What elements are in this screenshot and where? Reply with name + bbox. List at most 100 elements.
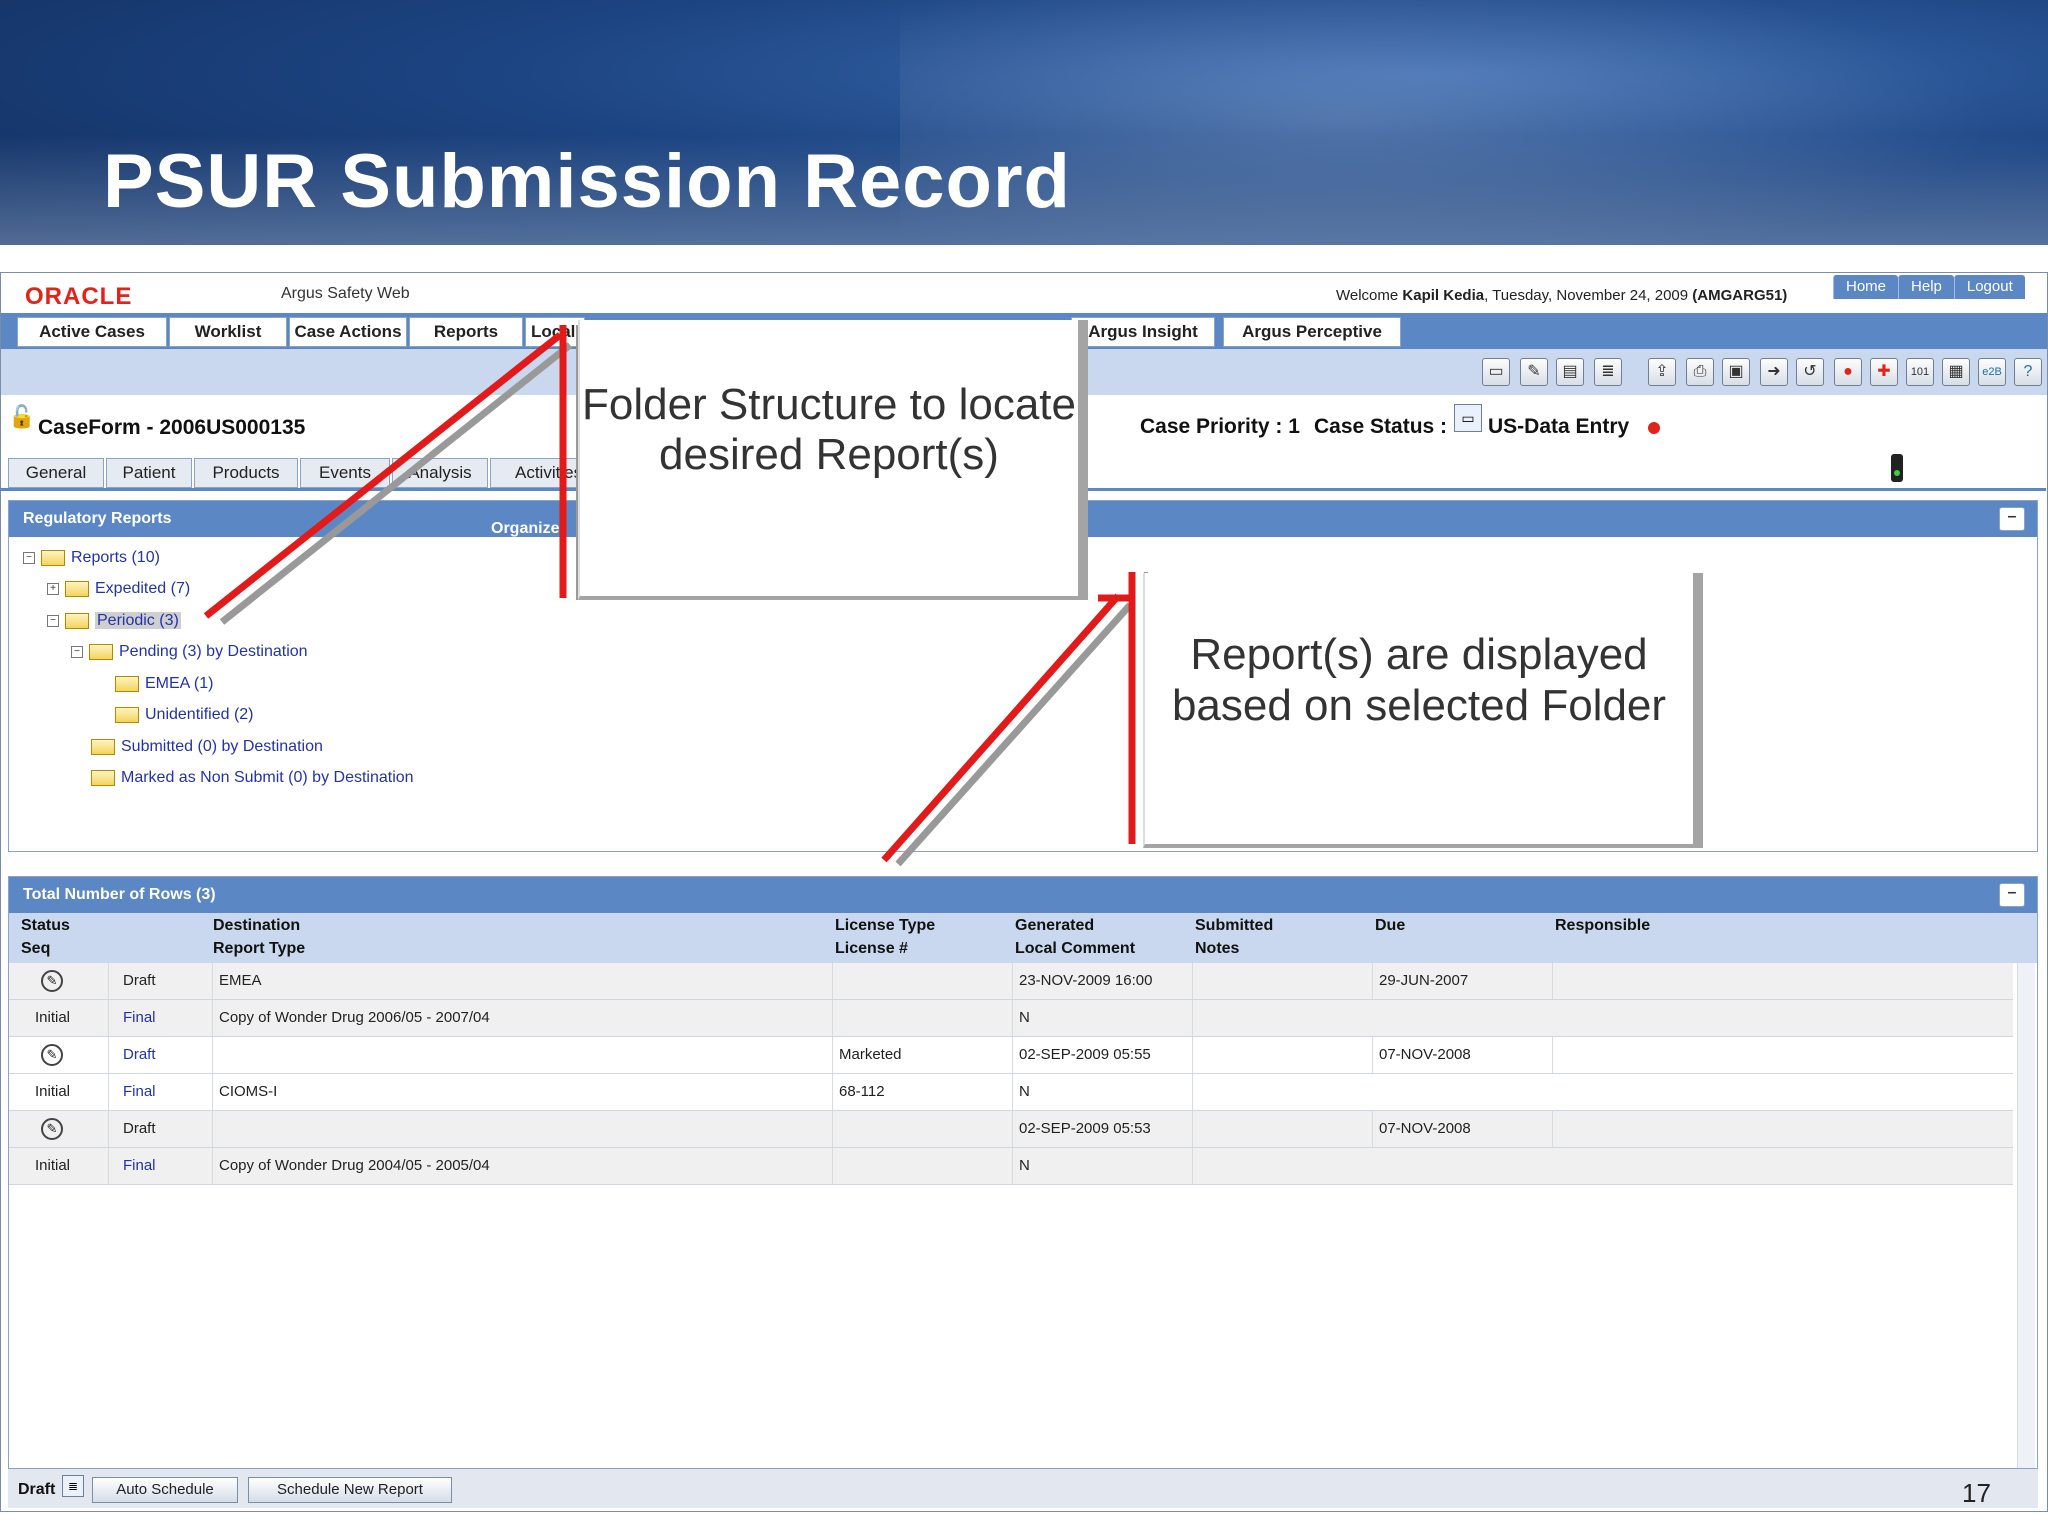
route-icon[interactable]: ↺ (1796, 358, 1824, 386)
subtab-activities[interactable]: Activities (490, 458, 580, 488)
report-type-value: CIOMS-I (213, 1074, 833, 1110)
list-icon[interactable]: ≣ (1594, 358, 1622, 386)
local-comment-value: N (1013, 1148, 1193, 1184)
cioms-icon[interactable]: 101 (1906, 358, 1934, 386)
col-notes[interactable]: Notes (1195, 940, 1239, 958)
table-row[interactable]: Initial Final Copy of Wonder Drug 2006/0… (9, 1000, 2013, 1037)
col-destination[interactable]: Destination (213, 917, 300, 935)
print-preview-icon[interactable]: ▭ (1482, 358, 1510, 386)
nav-tab-reports[interactable]: Reports (409, 317, 523, 347)
col-seq[interactable]: Seq (21, 940, 50, 958)
nav-tab-local[interactable]: Local (525, 317, 585, 347)
col-responsible[interactable]: Responsible (1555, 917, 1650, 935)
grid-column-headers: Status Seq Destination Report Type Licen… (9, 913, 2037, 963)
help-icon[interactable]: ? (2014, 358, 2042, 386)
table-row[interactable]: ✎ Draft Marketed 02-SEP-2009 05:55 07-NO… (9, 1037, 2013, 1074)
forward-icon[interactable]: ➜ (1760, 358, 1788, 386)
folder-icon (91, 738, 115, 755)
nav-tab-active-cases[interactable]: Active Cases (17, 317, 167, 347)
close-icon[interactable]: ● (1834, 358, 1862, 386)
edit-report-icon[interactable]: ✎ (41, 970, 63, 993)
report-display-callout-text: Report(s) are displayed based on selecte… (1171, 630, 1667, 730)
collapse-icon[interactable]: − (47, 614, 59, 627)
help-link[interactable]: Help (1898, 275, 1954, 299)
new-case-icon[interactable]: ✎ (1520, 358, 1548, 386)
due-value: 07-NOV-2008 (1373, 1037, 1553, 1073)
grid-scrollbar-track[interactable] (2017, 1198, 2035, 1468)
tree-node-expedited[interactable]: + Expedited (7) (47, 578, 190, 600)
subtab-products[interactable]: Products (194, 458, 298, 488)
grid-header: Total Number of Rows (3) – (9, 877, 2037, 913)
folder-structure-callout: Folder Structure to locate desired Repor… (578, 320, 1088, 600)
grid-scrollbar[interactable] (2017, 963, 2035, 1199)
print-icon[interactable]: ⎙ (1686, 358, 1714, 386)
schedule-new-report-button[interactable]: Schedule New Report (248, 1477, 452, 1503)
final-link[interactable]: Final (109, 1148, 213, 1184)
folder-structure-callout-text: Folder Structure to locate desired Repor… (581, 380, 1076, 479)
open-folder-icon[interactable]: ▤ (1556, 358, 1584, 386)
medwatch-icon[interactable]: ✚ (1870, 358, 1898, 386)
tree-node-unidentified[interactable]: Unidentified (2) (115, 704, 254, 726)
status-cell: ✎ (9, 1037, 109, 1073)
subtab-events[interactable]: Events (300, 458, 390, 488)
col-submitted[interactable]: Submitted (1195, 917, 1273, 935)
col-status[interactable]: Status (21, 917, 70, 935)
status-value: Draft (109, 963, 213, 999)
table-row[interactable]: ✎ Draft EMEA 23-NOV-2009 16:00 29-JUN-20… (9, 963, 2013, 1000)
grid-empty-area (8, 1198, 2038, 1468)
e2b-icon[interactable]: e2B (1978, 358, 2006, 386)
save-icon[interactable]: ▣ (1722, 358, 1750, 386)
nav-tab-worklist[interactable]: Worklist (169, 317, 287, 347)
export-icon[interactable]: ⇪ (1648, 358, 1676, 386)
final-link[interactable]: Final (109, 1074, 213, 1110)
draft-list-icon[interactable]: ≣ (62, 1475, 84, 1497)
subtab-general[interactable]: General (8, 458, 104, 488)
tree-node-label: Expedited (7) (95, 580, 191, 597)
folder-icon (115, 675, 139, 692)
tree-node-reports[interactable]: − Reports (10) (23, 547, 160, 569)
collapse-icon[interactable]: − (71, 645, 83, 658)
slide-header: PSUR Submission Record (0, 0, 2048, 245)
tree-node-submitted[interactable]: Submitted (0) by Destination (91, 736, 323, 758)
edit-report-icon[interactable]: ✎ (41, 1044, 63, 1067)
license-type-value (833, 963, 1013, 999)
tree-node-pending[interactable]: − Pending (3) by Destination (71, 641, 308, 663)
nav-tab-case-actions[interactable]: Case Actions (289, 317, 407, 347)
expand-icon[interactable]: + (47, 582, 59, 595)
nav-tab-argus-perceptive[interactable]: Argus Perceptive (1223, 317, 1401, 347)
license-type-value: Marketed (833, 1037, 1013, 1073)
table-row[interactable]: Initial Final CIOMS-I 68-112 N (9, 1074, 2013, 1111)
organize-label: Organize (491, 520, 560, 537)
welcome-text: Welcome Kapil Kedia, Tuesday, November 2… (1336, 287, 1787, 304)
subtab-patient[interactable]: Patient (106, 458, 192, 488)
user-name: Kapil Kedia (1402, 287, 1485, 304)
col-local-comment[interactable]: Local Comment (1015, 940, 1135, 958)
col-license-no[interactable]: License # (835, 940, 908, 958)
tree-node-non-submit[interactable]: Marked as Non Submit (0) by Destination (91, 767, 414, 789)
tree-node-periodic[interactable]: − Periodic (3) (47, 610, 181, 632)
status-value[interactable]: Draft (109, 1037, 213, 1073)
generated-value: 02-SEP-2009 05:53 (1013, 1111, 1193, 1147)
submitted-value (1193, 963, 1373, 999)
edit-report-icon[interactable]: ✎ (41, 1118, 63, 1141)
col-generated[interactable]: Generated (1015, 917, 1094, 935)
minimize-button[interactable]: – (1999, 507, 2025, 531)
home-link[interactable]: Home (1833, 275, 1899, 299)
tree-node-emea[interactable]: EMEA (1) (115, 673, 213, 695)
due-value: 07-NOV-2008 (1373, 1111, 1553, 1147)
final-link[interactable]: Final (109, 1000, 213, 1036)
collapse-icon[interactable]: − (23, 551, 35, 564)
table-row[interactable]: ✎ Draft 02-SEP-2009 05:53 07-NOV-2008 (9, 1111, 2013, 1148)
nav-tab-argus-insight[interactable]: Argus Insight (1071, 317, 1215, 347)
logout-link[interactable]: Logout (1953, 275, 2025, 299)
subtab-analysis[interactable]: Analysis (392, 458, 488, 488)
regulatory-reports-title: Regulatory Reports (23, 510, 172, 527)
status-red-dot (1648, 422, 1660, 434)
draft-icon[interactable]: ▦ (1942, 358, 1970, 386)
col-due[interactable]: Due (1375, 917, 1405, 935)
minimize-button[interactable]: – (1999, 883, 2025, 907)
col-license-type[interactable]: License Type (835, 917, 935, 935)
auto-schedule-button[interactable]: Auto Schedule (92, 1477, 238, 1503)
col-report-type[interactable]: Report Type (213, 940, 305, 958)
table-row[interactable]: Initial Final Copy of Wonder Drug 2004/0… (9, 1148, 2013, 1185)
